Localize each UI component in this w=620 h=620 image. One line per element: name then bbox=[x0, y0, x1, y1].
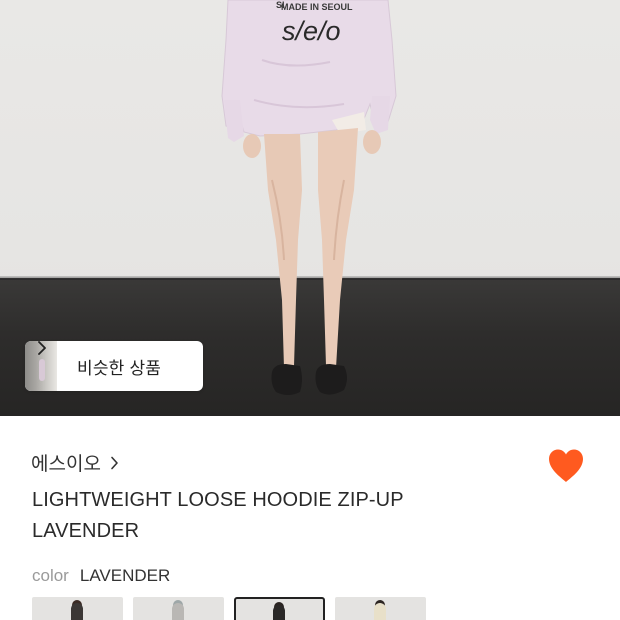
color-swatch[interactable] bbox=[32, 597, 123, 620]
similar-products-button[interactable]: 비슷한 상품 bbox=[25, 341, 203, 391]
chevron-right-icon bbox=[38, 341, 46, 355]
svg-text:s/e/o: s/e/o bbox=[282, 16, 341, 46]
chevron-right-icon bbox=[111, 456, 118, 469]
product-photo[interactable]: SI MADE IN SEOUL s/e/o 비슷한 상품 bbox=[0, 0, 620, 416]
color-swatch-selected[interactable] bbox=[234, 597, 325, 620]
color-swatch[interactable] bbox=[335, 597, 426, 620]
color-swatch-list bbox=[32, 597, 436, 620]
color-option: color LAVENDER bbox=[32, 566, 170, 586]
color-swatch[interactable] bbox=[133, 597, 224, 620]
svg-text:MADE IN SEOUL: MADE IN SEOUL bbox=[281, 2, 353, 12]
brand-name: 에스이오 bbox=[31, 454, 101, 475]
brand-link[interactable]: 에스이오 bbox=[31, 449, 119, 476]
similar-products-label: 비슷한 상품 bbox=[77, 358, 162, 378]
color-option-key: color bbox=[32, 566, 69, 585]
heart-icon[interactable] bbox=[547, 448, 585, 484]
product-title: LIGHTWEIGHT LOOSE HOODIE ZIP-UP LAVENDER bbox=[32, 489, 404, 542]
color-option-value: LAVENDER bbox=[79, 566, 171, 585]
